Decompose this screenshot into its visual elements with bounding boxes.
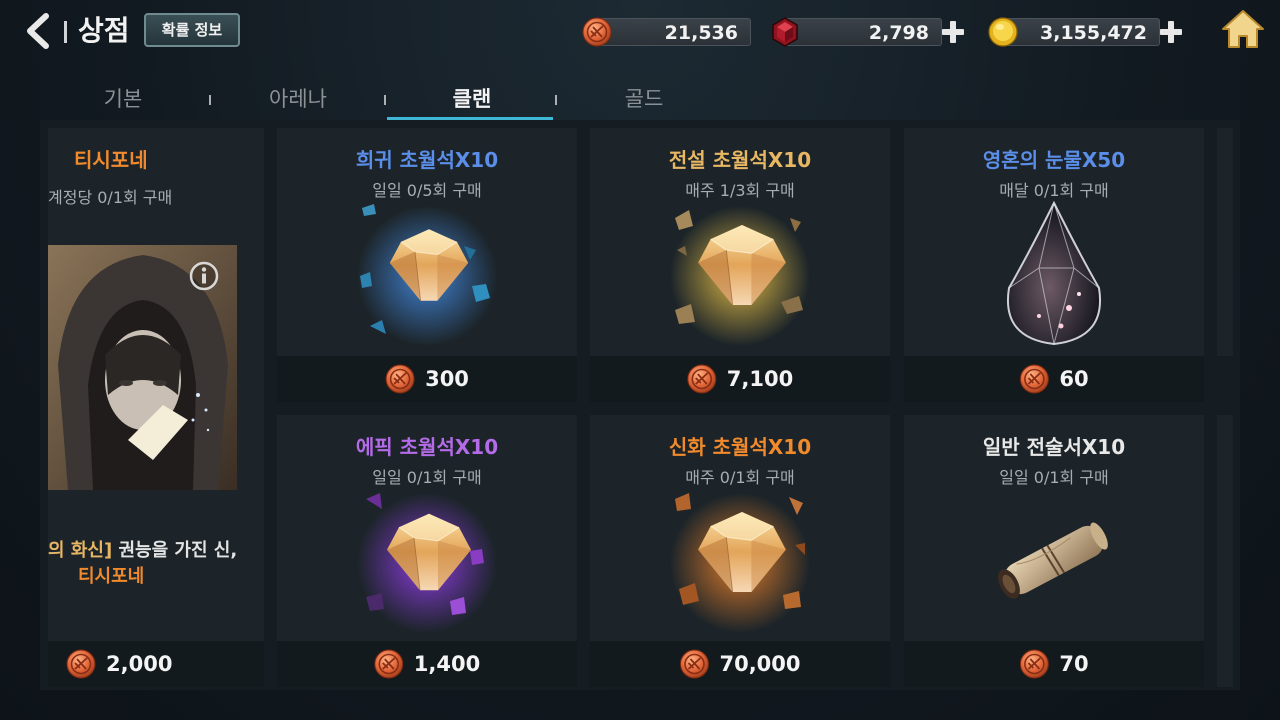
gold-bar: 3,155,472: [1002, 18, 1160, 46]
price-row: 300: [277, 356, 577, 402]
item-name: 에픽 초월석X10: [355, 435, 499, 459]
price-row: 2,000: [48, 641, 264, 687]
clan-coin-icon: [687, 364, 717, 394]
next-card-edge: [1217, 128, 1233, 356]
shop-item-card[interactable]: 에픽 초월석X10 일일 0/1회 구매 1,400: [277, 415, 577, 687]
shop-item-card[interactable]: 일반 전술서X10 일일 0/1회 구매 70: [904, 415, 1204, 687]
clan-coin-icon: [374, 649, 404, 679]
scroll-icon: [998, 522, 1108, 599]
tab-basic[interactable]: 기본: [60, 80, 186, 120]
shop-panel: 티시포네 계정당 0/1회 구매 의 화신] 권능을 가진 신, 티시포네 2,…: [40, 120, 1240, 690]
item-name: 전설 초월석X10: [668, 148, 812, 172]
shop-item-card[interactable]: 희귀 초월석X10 일일 0/5회 구매 300: [277, 128, 577, 402]
price-row: 70: [904, 641, 1204, 687]
add-gold-button[interactable]: [1160, 21, 1182, 43]
epic-crystal-icon: [357, 493, 497, 633]
item-name: 영혼의 눈물X50: [982, 148, 1126, 172]
price-value: 1,400: [413, 652, 481, 676]
rare-crystal-icon: [357, 204, 497, 346]
hero-description: 의 화신] 권능을 가진 신,: [48, 536, 237, 562]
top-bar: 상점 확률 정보 21,536 2,798 3,155,472: [0, 0, 1280, 64]
price-row: 1,400: [277, 641, 577, 687]
hero-description-text: 권능을 가진 신,: [112, 540, 238, 561]
clan-coin-counter: 21,536: [582, 17, 752, 47]
probability-info-button[interactable]: 확률 정보: [144, 13, 240, 47]
home-icon[interactable]: [1220, 8, 1266, 50]
item-purchase-limit: 일일 0/1회 구매: [999, 468, 1109, 487]
clan-coin-icon: [582, 17, 612, 47]
red-gem-value: 2,798: [868, 22, 929, 44]
price-value: 7,100: [726, 367, 794, 391]
price-row: 70,000: [590, 641, 890, 687]
price-row: 7,100: [590, 356, 890, 402]
item-name: 희귀 초월석X10: [355, 148, 499, 172]
clan-coin-icon: [1019, 364, 1049, 394]
clan-coin-icon: [679, 649, 709, 679]
shop-item-card[interactable]: 신화 초월석X10 매주 0/1회 구매 70,000: [590, 415, 890, 687]
hero-description-name: 티시포네: [78, 566, 145, 587]
tab-arena[interactable]: 아레나: [235, 80, 361, 120]
gold-coin-icon: [988, 17, 1018, 47]
red-gem-bar: 2,798: [784, 18, 942, 46]
price-value: 2,000: [106, 652, 173, 676]
shop-item-card[interactable]: 전설 초월석X10 매주 1/3회 구매 7,100: [590, 128, 890, 402]
red-gem-icon: [772, 17, 798, 47]
soul-tear-icon: [1007, 200, 1101, 346]
shop-tabs: 기본 아레나 클랜 골드: [40, 80, 1240, 120]
clan-coin-icon: [385, 364, 415, 394]
hero-item-card[interactable]: 티시포네 계정당 0/1회 구매 의 화신] 권능을 가진 신, 티시포네 2,…: [48, 128, 264, 687]
info-icon[interactable]: [188, 260, 220, 292]
clan-coin-bar: 21,536: [596, 18, 751, 46]
gold-value: 3,155,472: [1040, 22, 1147, 44]
tab-separator: [555, 95, 557, 105]
title-divider: [64, 21, 67, 43]
price: 70: [1019, 649, 1089, 679]
price: 2,000: [66, 649, 172, 679]
price: 1,400: [374, 649, 480, 679]
price: 60: [1019, 364, 1089, 394]
hero-item-name: 티시포네: [74, 148, 148, 172]
price-value: 70,000: [719, 652, 801, 676]
tab-clan[interactable]: 클랜: [409, 80, 535, 120]
gold-counter: 3,155,472: [988, 17, 1184, 47]
clan-coin-icon: [66, 649, 96, 679]
price-value: 60: [1059, 367, 1089, 391]
price-row: 60: [904, 356, 1204, 402]
price-value: 70: [1059, 652, 1089, 676]
tab-separator: [384, 95, 386, 105]
next-card-edge: [1217, 415, 1233, 687]
tab-separator: [209, 95, 211, 105]
item-name: 일반 전술서X10: [982, 435, 1126, 459]
price: 70,000: [679, 649, 801, 679]
shop-item-card[interactable]: 영혼의 눈물X50 매달 0/1회 구매 60: [904, 128, 1204, 402]
price-value: 300: [425, 367, 469, 391]
hero-description-bracket: 의 화신]: [48, 540, 113, 561]
back-arrow-icon[interactable]: [22, 12, 54, 50]
legend-crystal-icon: [670, 206, 810, 346]
price: 300: [385, 364, 469, 394]
red-gem-counter: 2,798: [770, 17, 966, 47]
tab-gold[interactable]: 골드: [581, 80, 707, 120]
myth-crystal-icon: [670, 493, 810, 633]
page-title: 상점: [78, 14, 130, 47]
clan-coin-icon: [1019, 649, 1049, 679]
item-name: 신화 초월석X10: [668, 435, 812, 459]
price: 7,100: [687, 364, 793, 394]
clan-coin-value: 21,536: [664, 22, 738, 44]
hero-item-limit: 계정당 0/1회 구매: [48, 188, 173, 207]
add-gem-button[interactable]: [942, 21, 964, 43]
